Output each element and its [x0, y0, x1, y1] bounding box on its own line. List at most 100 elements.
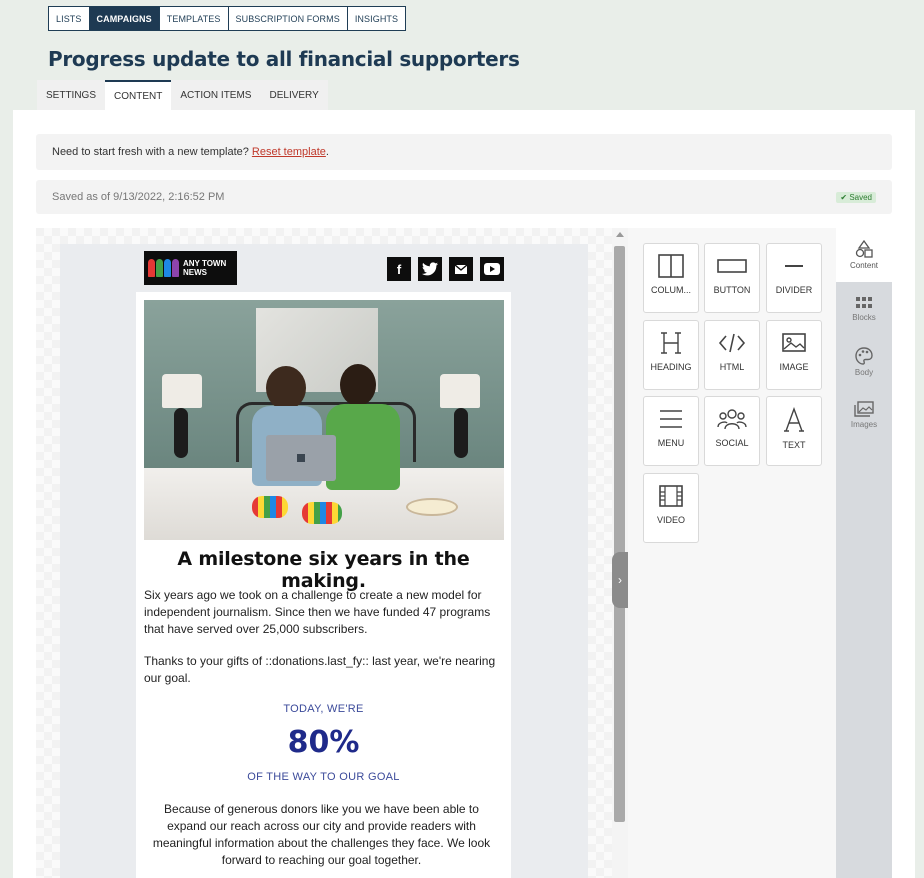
tool-divider[interactable]: DIVIDER: [766, 243, 822, 313]
tool-columns[interactable]: COLUM...: [643, 243, 699, 313]
tool-columns-label: COLUM...: [650, 285, 691, 295]
tab-action-items[interactable]: ACTION ITEMS: [171, 80, 261, 110]
tool-button-label: BUTTON: [713, 285, 751, 295]
nav-campaigns[interactable]: CAMPAIGNS: [88, 6, 160, 31]
hero-image[interactable]: [144, 300, 504, 540]
top-nav: LISTS CAMPAIGNS TEMPLATES SUBSCRIPTION F…: [48, 6, 407, 31]
stat-bottom-label[interactable]: OF THE WAY TO OUR GOAL: [136, 771, 511, 783]
tool-text[interactable]: TEXT: [766, 396, 822, 466]
blocks-icon: [856, 297, 872, 308]
reset-template-link[interactable]: Reset template: [252, 146, 326, 158]
logo-figure-blue: [164, 259, 171, 277]
page-title: Progress update to all financial support…: [48, 47, 520, 71]
side-tab-content-label: Content: [849, 261, 879, 270]
side-tab-images[interactable]: Images: [836, 388, 892, 442]
tool-button[interactable]: BUTTON: [704, 243, 760, 313]
saved-badge-label: Saved: [849, 193, 872, 202]
youtube-icon[interactable]: [480, 257, 504, 281]
side-tab-blocks[interactable]: Blocks: [836, 282, 892, 336]
nav-insights[interactable]: INSIGHTS: [346, 6, 407, 31]
image-icon: [782, 333, 806, 352]
stat-value[interactable]: 80%: [136, 725, 511, 760]
hero-person-right-head: [340, 364, 376, 406]
hero-socks-left: [252, 496, 288, 518]
saved-badge: ✔ Saved: [836, 192, 876, 203]
side-tab-content[interactable]: Content: [836, 228, 892, 282]
tool-video[interactable]: VIDEO: [643, 473, 699, 543]
campaign-tabs: SETTINGS CONTENT ACTION ITEMS DELIVERY: [37, 80, 328, 110]
facebook-icon[interactable]: f: [387, 257, 411, 281]
tab-content[interactable]: CONTENT: [105, 80, 172, 110]
side-tab-body-label: Body: [854, 368, 874, 377]
tab-settings[interactable]: SETTINGS: [37, 80, 106, 110]
side-tab-blocks-label: Blocks: [852, 313, 876, 322]
tool-html-label: HTML: [719, 362, 745, 372]
nav-lists[interactable]: LISTS: [48, 6, 90, 31]
nav-templates[interactable]: TEMPLATES: [158, 6, 229, 31]
logo-figures-icon: [148, 259, 179, 277]
tool-menu[interactable]: MENU: [643, 396, 699, 466]
scroll-up-arrow-icon[interactable]: [616, 232, 624, 237]
email-heading[interactable]: A milestone six years in the making.: [136, 548, 511, 592]
email-paragraph-1[interactable]: Six years ago we took on a challenge to …: [144, 587, 499, 638]
hero-lamp-right: [440, 374, 480, 408]
shapes-icon: [855, 240, 873, 258]
social-icons: f: [387, 257, 504, 281]
reset-notice-text: Need to start fresh with a new template?: [52, 146, 249, 158]
scroll-thumb[interactable]: [614, 246, 625, 822]
hero-person-right-body: [326, 404, 400, 490]
tool-heading[interactable]: HEADING: [643, 320, 699, 390]
editor-canvas[interactable]: ANY TOWN NEWS f A milestone six years in…: [36, 228, 612, 878]
reset-notice: Need to start fresh with a new template?…: [36, 134, 892, 170]
hero-person-left-head: [266, 366, 306, 410]
tool-heading-label: HEADING: [650, 362, 692, 372]
logo-figure-red: [148, 259, 155, 277]
text-icon: [784, 407, 804, 432]
reset-notice-period: .: [325, 146, 329, 158]
tool-divider-label: DIVIDER: [775, 285, 813, 295]
button-icon: [717, 259, 747, 273]
tool-social-label: SOCIAL: [715, 438, 749, 448]
email-body: ANY TOWN NEWS f A milestone six years in…: [60, 244, 588, 878]
tool-html[interactable]: HTML: [704, 320, 760, 390]
menu-icon: [660, 410, 682, 428]
social-icon: [717, 409, 747, 430]
columns-icon: [658, 254, 684, 278]
email-header: ANY TOWN NEWS f: [144, 251, 504, 285]
email-paragraph-2[interactable]: Thanks to your gifts of ::donations.last…: [144, 653, 499, 687]
twitter-icon[interactable]: [418, 257, 442, 281]
hero-socks-right: [302, 502, 342, 524]
tool-video-label: VIDEO: [656, 515, 685, 525]
side-tab-images-label: Images: [850, 420, 878, 429]
palette-icon: [855, 347, 873, 365]
saved-timestamp: Saved as of 9/13/2022, 2:16:52 PM: [52, 191, 225, 203]
images-icon: [854, 401, 874, 417]
hero-person-right: [318, 364, 408, 504]
tool-menu-label: MENU: [657, 438, 685, 448]
stat-top-label[interactable]: TODAY, WE'RE: [136, 703, 511, 715]
chevron-right-icon: ›: [618, 573, 622, 587]
hero-laptop: [266, 435, 336, 481]
any-town-news-logo[interactable]: ANY TOWN NEWS: [144, 251, 237, 285]
email-content-block[interactable]: A milestone six years in the making. Six…: [136, 292, 511, 878]
nav-subscription-forms[interactable]: SUBSCRIPTION FORMS: [227, 6, 348, 31]
email-paragraph-3[interactable]: Because of generous donors like you we h…: [144, 801, 499, 869]
tools-panel: COLUM... BUTTON DIVIDER HEADING HTML IMA…: [628, 228, 836, 878]
hero-popcorn-bowl: [406, 498, 458, 516]
side-tab-body[interactable]: Body: [836, 335, 892, 389]
divider-icon: [785, 265, 803, 267]
logo-text: ANY TOWN NEWS: [183, 259, 227, 277]
panel-collapse-handle[interactable]: ›: [612, 552, 628, 608]
tool-social[interactable]: SOCIAL: [704, 396, 760, 466]
tab-delivery[interactable]: DELIVERY: [260, 80, 328, 110]
video-icon: [659, 485, 683, 507]
tool-text-label: TEXT: [782, 440, 806, 450]
tool-image-label: IMAGE: [779, 362, 809, 372]
logo-figure-purple: [172, 259, 179, 277]
hero-lamp-right-base: [454, 408, 468, 458]
html-icon: [718, 333, 746, 353]
heading-icon: [661, 332, 681, 354]
email-icon[interactable]: [449, 257, 473, 281]
tool-image[interactable]: IMAGE: [766, 320, 822, 390]
logo-figure-green: [156, 259, 163, 277]
